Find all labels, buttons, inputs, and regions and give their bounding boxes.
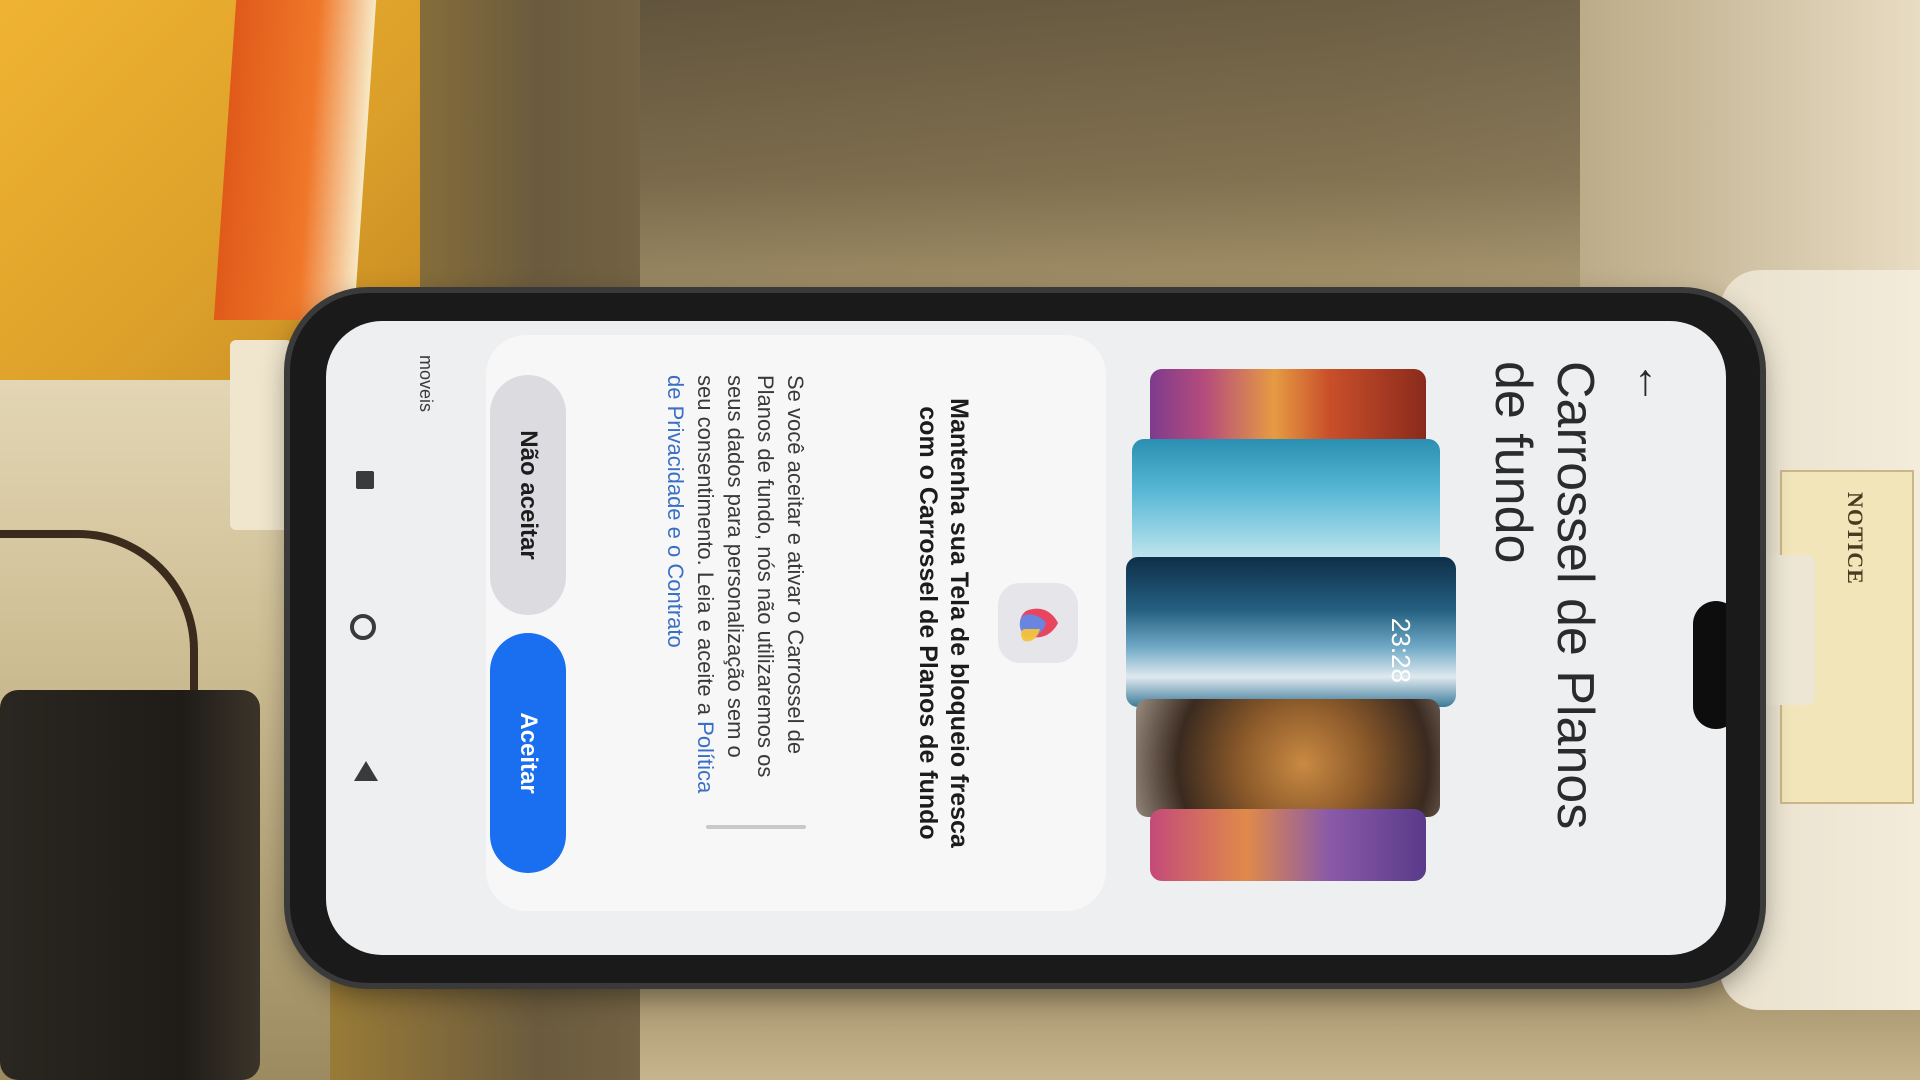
- back-triangle-icon[interactable]: [354, 761, 378, 781]
- home-icon[interactable]: [350, 614, 376, 640]
- recents-icon[interactable]: [356, 471, 374, 489]
- mount-clamp-right: [1755, 555, 1815, 705]
- page-title: Carrossel de Planos de fundo: [1484, 361, 1604, 830]
- rotated-page: ← Carrossel de Planos de fundo 23:28 Man…: [326, 321, 1726, 955]
- decline-button[interactable]: Não aceitar: [490, 375, 566, 615]
- wallpaper-carousel-app-icon: [1019, 608, 1058, 642]
- phone-device: ← Carrossel de Planos de fundo 23:28 Man…: [290, 293, 1760, 983]
- mount-clamp-left: [230, 340, 292, 530]
- background-orange-bag: [213, 0, 377, 320]
- photo-scene: NOTICE ← Carrossel de Planos de fundo 23…: [0, 0, 1920, 1080]
- camera-punch-hole: [1693, 601, 1726, 729]
- wallpaper-ocean-thumb: [1132, 439, 1440, 567]
- lockscreen-time: 23:28: [1386, 617, 1416, 683]
- sheet-title: Mantenha sua Tela de bloqueio fresca com…: [914, 398, 973, 848]
- sticker-label-text: NOTICE: [1843, 492, 1868, 585]
- phone-screen: ← Carrossel de Planos de fundo 23:28 Man…: [326, 321, 1726, 955]
- wallpaper-dog-thumb: [1136, 699, 1440, 817]
- accept-button[interactable]: Aceitar: [490, 633, 566, 873]
- partial-side-text: moveis: [416, 355, 436, 413]
- sheet-body: Se você aceitar e ativar o Carrossel de …: [588, 375, 810, 795]
- background-camera: [0, 690, 260, 1080]
- background-shelf: [640, 0, 1580, 300]
- wallpaper-lockscreen-preview: 23:28: [1126, 557, 1456, 707]
- back-arrow-icon[interactable]: ←: [1628, 361, 1677, 405]
- consent-sheet: Mantenha sua Tela de bloqueio fresca com…: [486, 335, 1106, 911]
- wallpaper-dusk-thumb: [1150, 809, 1426, 881]
- sheet-scroll-indicator[interactable]: [706, 825, 806, 829]
- sheet-body-text: Se você aceitar e ativar o Carrossel de …: [693, 375, 808, 778]
- app-icon-container: [998, 583, 1078, 663]
- wallpaper-carousel-preview: 23:28: [1126, 369, 1456, 909]
- navigation-bar: [326, 321, 396, 955]
- page-content: ← Carrossel de Planos de fundo 23:28 Man…: [326, 321, 1726, 955]
